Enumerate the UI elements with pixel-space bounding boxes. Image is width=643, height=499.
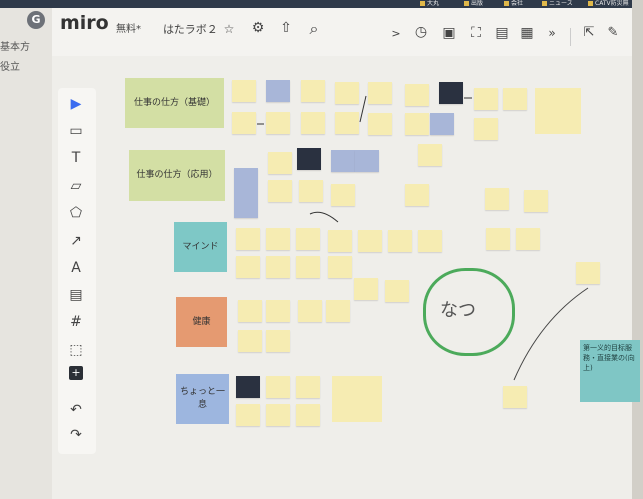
handwritten-text[interactable]: なつ [440,296,476,322]
teal-sticky-note[interactable]: 第一义的目标服務・直接業の(向上) [580,340,640,402]
connector-lines [257,95,589,381]
